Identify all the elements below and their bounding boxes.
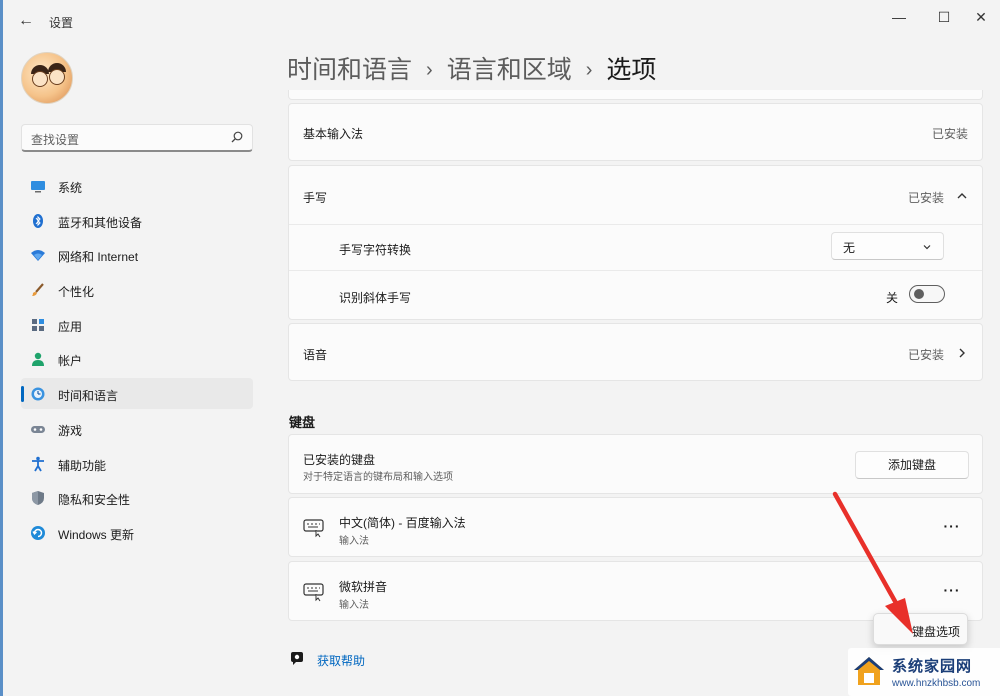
sidebar-item-label: 蓝牙和其他设备 <box>58 215 143 230</box>
breadcrumb-time-language[interactable]: 时间和语言 <box>287 56 412 84</box>
keyboard-name: 微软拼音 <box>339 580 388 594</box>
app-title: 设置 <box>49 16 74 30</box>
clock-globe-icon <box>31 387 45 401</box>
monitor-icon <box>31 181 45 193</box>
keyboard-item[interactable]: 中文(简体) - 百度输入法 输入法 ··· <box>288 497 983 557</box>
dropdown-value: 无 <box>843 241 856 255</box>
keyboard-type: 输入法 <box>339 536 369 547</box>
breadcrumb-separator: › <box>426 59 433 81</box>
maximize-button[interactable]: ☐ <box>928 6 960 28</box>
sidebar-item-label: 时间和语言 <box>58 389 119 404</box>
house-logo-icon <box>854 657 884 685</box>
sidebar-item-label: 游戏 <box>58 423 83 438</box>
sidebar-item-label: 隐私和安全性 <box>58 493 131 508</box>
close-button[interactable]: ✕ <box>965 6 997 28</box>
sidebar-item-label: 辅助功能 <box>58 458 107 473</box>
brush-icon <box>32 283 44 297</box>
help-chat-icon <box>291 652 303 665</box>
keyboard-icon <box>303 583 324 602</box>
sidebar-item-system[interactable]: 系统 <box>21 170 253 201</box>
back-button[interactable]: ← <box>15 10 37 32</box>
sidebar-item-accessibility[interactable]: 辅助功能 <box>21 448 253 479</box>
breadcrumb: 时间和语言 › 语言和区域 › 选项 <box>287 50 656 86</box>
bluetooth-icon <box>33 213 43 228</box>
handwriting-status: 已安装 <box>908 191 945 205</box>
watermark: 系统家园网 www.hnzkhbsb.com <box>848 648 1000 696</box>
scrolled-card-edge <box>288 90 983 100</box>
sidebar-item-privacy[interactable]: 隐私和安全性 <box>21 482 253 513</box>
add-keyboard-button[interactable]: 添加键盘 <box>855 451 969 479</box>
basic-input-card: 基本输入法 已安装 <box>288 103 983 161</box>
char-conversion-label: 手写字符转换 <box>339 243 412 257</box>
sidebar-item-windows-update[interactable]: Windows 更新 <box>21 517 253 548</box>
avatar[interactable] <box>21 52 73 104</box>
installed-keyboards-description: 对于特定语言的键布局和输入选项 <box>303 472 453 483</box>
sidebar-item-label: Windows 更新 <box>58 527 135 542</box>
apps-icon <box>32 318 44 331</box>
char-conversion-dropdown[interactable]: 无 <box>831 232 944 260</box>
update-icon <box>31 525 45 540</box>
page-title: 选项 <box>606 56 657 84</box>
keyboard-section-heading: 键盘 <box>289 415 316 430</box>
avatar-face-right <box>49 69 65 85</box>
accessibility-icon <box>32 456 44 471</box>
search-placeholder: 查找设置 <box>31 133 80 147</box>
italic-toggle-state: 关 <box>886 291 899 305</box>
sidebar-item-label: 应用 <box>58 319 83 334</box>
keyboard-options-menu-item[interactable]: 键盘选项 <box>912 623 960 640</box>
avatar-face-left <box>32 71 48 87</box>
divider <box>289 224 982 225</box>
keyboard-context-menu: 键盘选项 <box>873 613 968 645</box>
more-options-button[interactable]: ··· <box>940 516 964 540</box>
sidebar-item-label: 个性化 <box>58 285 95 300</box>
chevron-down-icon <box>923 245 931 250</box>
watermark-url: www.hnzkhbsb.com <box>892 678 981 689</box>
search-icon <box>231 131 243 143</box>
sidebar-item-apps[interactable]: 应用 <box>21 309 253 340</box>
more-options-button[interactable]: ··· <box>940 580 964 604</box>
shield-icon <box>32 491 44 506</box>
breadcrumb-separator: › <box>585 59 593 81</box>
sidebar-item-bluetooth[interactable]: 蓝牙和其他设备 <box>21 205 253 236</box>
divider <box>289 270 982 271</box>
handwriting-label: 手写 <box>303 191 328 205</box>
chevron-up-icon[interactable] <box>956 190 968 202</box>
keyboard-item[interactable]: 微软拼音 输入法 ··· <box>288 561 983 621</box>
settings-window: ← 设置 — ☐ ✕ 查找设置 系统 蓝牙和其他设备 网络和 Internet <box>0 0 1000 696</box>
watermark-title: 系统家园网 <box>892 658 973 675</box>
sidebar-nav: 系统 蓝牙和其他设备 网络和 Internet 个性化 应用 帐户 时间和语言 <box>21 170 253 552</box>
active-indicator <box>21 386 24 403</box>
minimize-button[interactable]: — <box>883 6 915 28</box>
breadcrumb-language-region[interactable]: 语言和区域 <box>447 56 572 84</box>
sidebar-item-network[interactable]: 网络和 Internet <box>21 239 253 270</box>
speech-status: 已安装 <box>908 348 945 362</box>
get-help-label: 获取帮助 <box>317 654 366 668</box>
sidebar-item-accounts[interactable]: 帐户 <box>21 343 253 374</box>
keyboard-name: 中文(简体) - 百度输入法 <box>339 516 466 530</box>
chevron-right-icon <box>959 348 965 358</box>
sidebar-item-time-language[interactable]: 时间和语言 <box>21 378 253 410</box>
search-input[interactable]: 查找设置 <box>21 124 253 152</box>
sidebar-item-label: 系统 <box>58 181 83 195</box>
basic-input-status: 已安装 <box>931 127 968 141</box>
sidebar-item-label: 网络和 Internet <box>58 250 139 265</box>
installed-keyboards-label: 已安装的键盘 <box>303 453 376 467</box>
basic-input-label: 基本输入法 <box>303 127 364 141</box>
italic-handwriting-label: 识别斜体手写 <box>339 291 412 305</box>
keyboard-type: 输入法 <box>339 600 369 611</box>
title-bar: ← 设置 — ☐ ✕ <box>3 0 1000 40</box>
gamepad-icon <box>31 425 45 433</box>
speech-label: 语音 <box>303 348 328 362</box>
sidebar-item-personalization[interactable]: 个性化 <box>21 274 253 305</box>
handwriting-header[interactable]: 手写 已安装 <box>289 166 982 224</box>
keyboard-icon <box>303 519 324 538</box>
sidebar-item-label: 帐户 <box>58 354 83 369</box>
person-icon <box>32 353 44 367</box>
sidebar-item-gaming[interactable]: 游戏 <box>21 413 253 444</box>
italic-handwriting-toggle[interactable] <box>909 285 945 303</box>
wifi-icon <box>31 250 45 262</box>
toggle-knob <box>914 289 924 299</box>
speech-card[interactable]: 语音 已安装 <box>288 323 983 381</box>
